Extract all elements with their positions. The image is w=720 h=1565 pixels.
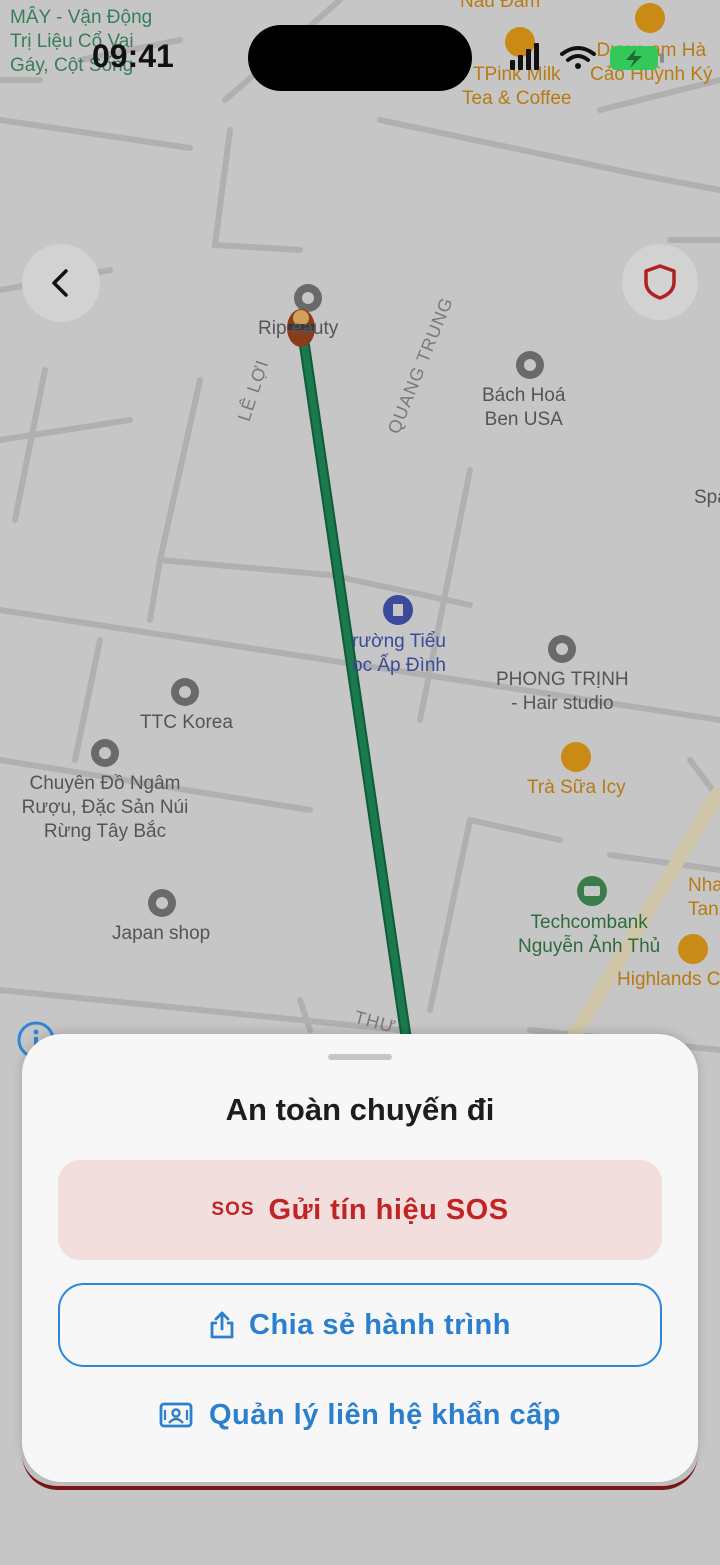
share-trip-label: Chia sẻ hành trình — [249, 1308, 511, 1341]
dynamic-island — [248, 25, 472, 91]
share-trip-button[interactable]: Chia sẻ hành trình — [58, 1283, 662, 1367]
battery-icon — [610, 46, 664, 70]
share-icon — [210, 1311, 234, 1339]
trip-safety-sheet: An toàn chuyến đi SOS Gửi tín hiệu SOS C… — [22, 1034, 698, 1482]
poi-label: Trà Sữa Icy — [527, 777, 626, 798]
poi-label: Highlands C — [617, 969, 720, 990]
poi-label: Spa — [694, 487, 720, 508]
poi-label: Rip eauty — [258, 318, 339, 339]
poi-label: rường Tiểu ọc Ấp Đình — [352, 631, 446, 676]
poi-label: PHONG TRỊNH - Hair studio — [496, 669, 629, 714]
poi-label: Bách Hoá Ben USA — [482, 385, 566, 430]
manage-emergency-contacts-button[interactable]: Quản lý liên hệ khẩn cấp — [58, 1384, 662, 1446]
poi-label: Chuyên Đồ Ngâm Rượu, Đặc Sản Núi Rừng Tây … — [21, 773, 189, 842]
sheet-drag-handle[interactable] — [328, 1054, 392, 1060]
poi-label: Japan shop — [112, 923, 211, 944]
send-sos-label: Gửi tín hiệu SOS — [268, 1193, 509, 1226]
manage-emergency-contacts-label: Quản lý liên hệ khẩn cấp — [208, 1398, 562, 1431]
poi-label: Nha Tan — [688, 875, 720, 920]
safety-shield-button[interactable] — [622, 244, 698, 320]
shield-icon — [644, 264, 676, 300]
poi-label: Nâu Đâm — [460, 0, 541, 12]
sos-icon: SOS — [211, 1199, 255, 1220]
poi-label: TTC Korea — [140, 712, 233, 733]
sheet-title: An toàn chuyến đi — [225, 1092, 495, 1127]
back-button[interactable] — [22, 244, 100, 322]
chevron-left-icon — [52, 269, 68, 297]
wifi-icon — [560, 46, 596, 62]
send-sos-button[interactable]: SOS Gửi tín hiệu SOS — [58, 1160, 662, 1260]
poi-label: Techcombank Nguyễn Ảnh Thủ — [518, 912, 661, 957]
signal-icon — [510, 43, 539, 70]
contact-card-icon — [159, 1402, 193, 1428]
status-icons — [508, 40, 688, 76]
status-time: 09:41 — [92, 38, 174, 74]
